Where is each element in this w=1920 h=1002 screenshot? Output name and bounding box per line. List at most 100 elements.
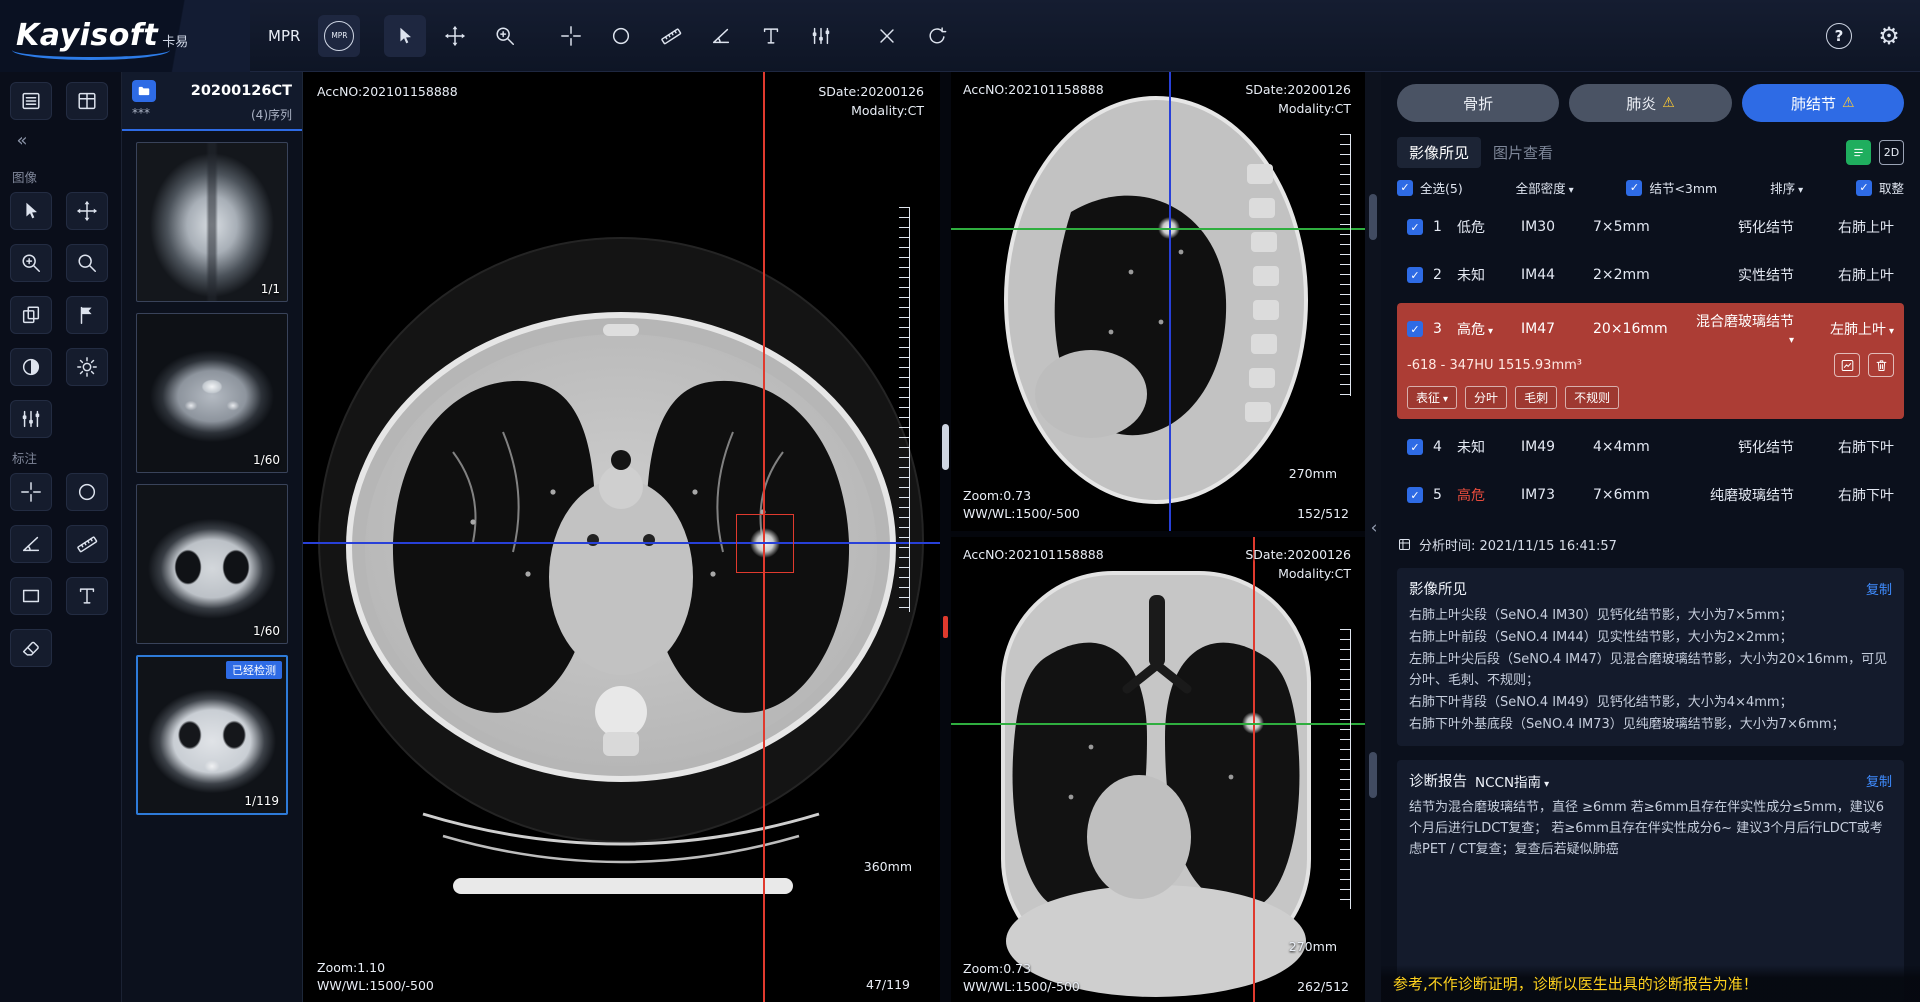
chart-icon	[1840, 358, 1855, 373]
annotate-rectangle-tool[interactable]	[10, 577, 52, 615]
nodule-checkbox[interactable]: ✓	[1407, 219, 1423, 235]
nodule-delete-button[interactable]	[1868, 353, 1894, 377]
feature-tag-spiculation[interactable]: 毛刺	[1515, 386, 1557, 409]
sidebar-flag-tool[interactable]	[66, 296, 108, 334]
panel-tabs: 影像所见 图片查看 2D	[1397, 136, 1904, 168]
series-list-button[interactable]	[10, 82, 52, 120]
report-button[interactable]	[1846, 140, 1871, 165]
nodule-row-5[interactable]: ✓ 5 高危 IM73 7×6mm 纯磨玻璃结节 右肺下叶	[1397, 471, 1904, 519]
nodule-row-2[interactable]: ✓ 2 未知 IM44 2×2mm 实性结节 右肺上叶	[1397, 251, 1904, 299]
axial-crosshair-horizontal[interactable]	[303, 542, 940, 544]
angle-tool-button[interactable]	[700, 15, 742, 57]
ruler-tool-button[interactable]	[650, 15, 692, 57]
window-level-tool-button[interactable]	[800, 15, 842, 57]
tab-findings[interactable]: 影像所见	[1397, 137, 1481, 168]
layout-grid-button[interactable]	[66, 82, 108, 120]
location-dropdown[interactable]: 左肺上叶▾	[1830, 319, 1894, 339]
viewport-coronal[interactable]: AccNO:202101158888 SDate:20200126 Modali…	[951, 537, 1365, 1002]
coronal-crosshair-horizontal[interactable]	[951, 723, 1365, 725]
disease-tab-fracture[interactable]: 骨折	[1397, 84, 1559, 122]
viewport-splitter[interactable]	[940, 72, 951, 1002]
text-tool-button[interactable]	[750, 15, 792, 57]
analysis-time-row: 分析时间: 2021/11/15 16:41:57	[1397, 535, 1904, 554]
list-icon	[20, 90, 42, 112]
help-button[interactable]: ?	[1818, 15, 1860, 57]
annotate-eraser-tool[interactable]	[10, 629, 52, 667]
axial-scale-label: 360mm	[864, 859, 912, 874]
viewport-sagittal[interactable]: AccNO:202101158888 SDate:20200126 Modali…	[951, 72, 1365, 531]
zoom-tool-button[interactable]	[484, 15, 526, 57]
sidebar-select-tool[interactable]	[10, 192, 52, 230]
settings-button[interactable]: ⚙	[1868, 15, 1910, 57]
2d-view-button[interactable]: 2D	[1879, 140, 1904, 165]
crosshair-icon	[560, 25, 582, 47]
viewport-axial[interactable]: AccNO:202101158888 SDate:20200126 Modali…	[303, 72, 940, 1002]
nodule-checkbox[interactable]: ✓	[1407, 321, 1423, 337]
thumbnail-series-4-selected[interactable]: 已经检测 1/119	[136, 655, 288, 815]
select-tool-button[interactable]	[384, 15, 426, 57]
nodule-checkbox[interactable]: ✓	[1407, 487, 1423, 503]
scrollbar-handle-top[interactable]	[1369, 194, 1377, 240]
nodule-row-3-expanded[interactable]: ✓ 3 高危▾ IM47 20×16mm 混合磨玻璃结节▾ 左肺上叶▾ -618…	[1397, 303, 1904, 419]
thumb-counter: 1/60	[253, 624, 280, 638]
lt3mm-checkbox[interactable]: ✓	[1626, 180, 1642, 196]
finding-line: 右肺上叶尖段（SeNO.4 IM30）见钙化结节影，大小为7×5mm；	[1409, 605, 1892, 626]
nodule-histogram-button[interactable]	[1834, 353, 1860, 377]
scrollbar-handle-bottom[interactable]	[1369, 752, 1377, 798]
feature-dropdown[interactable]: 表征▾	[1407, 386, 1457, 409]
move-tool-button[interactable]	[434, 15, 476, 57]
thumbnail-scout[interactable]: 1/1	[136, 142, 288, 302]
sagittal-crosshair-horizontal[interactable]	[951, 228, 1365, 230]
text-icon	[760, 25, 782, 47]
feature-tag-irregular[interactable]: 不规则	[1565, 386, 1619, 409]
sidebar-zoom-in-tool[interactable]	[10, 244, 52, 282]
ellipse-icon	[610, 25, 632, 47]
nodule-row-4[interactable]: ✓ 4 未知 IM49 4×4mm 钙化结节 右肺下叶	[1397, 423, 1904, 471]
sidebar-move-tool[interactable]	[66, 192, 108, 230]
round-checkbox[interactable]: ✓	[1856, 180, 1872, 196]
disease-tab-lung-nodule[interactable]: 肺结节 ⚠	[1742, 84, 1904, 122]
annotate-text-tool[interactable]	[66, 577, 108, 615]
crosshair-tool-button[interactable]	[550, 15, 592, 57]
disease-tab-pneumonia[interactable]: 肺炎 ⚠	[1569, 84, 1731, 122]
density-dropdown[interactable]: 全部密度▾	[1516, 178, 1574, 197]
nodule-checkbox[interactable]: ✓	[1407, 439, 1423, 455]
panel-collapse-button[interactable]: ‹	[1366, 518, 1382, 538]
splitter-handle[interactable]	[942, 424, 949, 470]
risk-dropdown[interactable]: 高危▾	[1457, 319, 1513, 339]
nodule-roi-box[interactable]	[736, 514, 794, 573]
sidebar-copy-tool[interactable]	[10, 296, 52, 334]
axial-slice-index: 47/119	[866, 977, 910, 992]
sidebar-magnify-tool[interactable]	[66, 244, 108, 282]
reset-rotate-button[interactable]	[916, 15, 958, 57]
annotate-crosshair-tool[interactable]	[10, 473, 52, 511]
nodule-checkbox[interactable]: ✓	[1407, 267, 1423, 283]
coronal-crosshair-vertical[interactable]	[1253, 537, 1255, 1002]
report-title: 诊断报告	[1409, 770, 1467, 791]
guideline-dropdown[interactable]: NCCN指南▾	[1475, 771, 1549, 791]
report-copy-button[interactable]: 复制	[1866, 771, 1892, 790]
annotate-angle-tool[interactable]	[10, 525, 52, 563]
annotate-ruler-tool[interactable]	[66, 525, 108, 563]
collapse-sidebar-button[interactable]: «	[10, 128, 34, 157]
findings-copy-button[interactable]: 复制	[1866, 579, 1892, 598]
sagittal-crosshair-vertical[interactable]	[1169, 72, 1171, 531]
warning-icon: ⚠	[1662, 95, 1675, 111]
thumbnail-series-2[interactable]: 1/60	[136, 313, 288, 473]
nodule-row-1[interactable]: ✓ 1 低危 IM30 7×5mm 钙化结节 右肺上叶	[1397, 203, 1904, 251]
select-all-checkbox[interactable]: ✓	[1397, 180, 1413, 196]
series-header[interactable]: 20200126CT *** (4)序列	[122, 72, 302, 131]
annotate-ellipse-tool[interactable]	[66, 473, 108, 511]
finding-line: 右肺下叶背段（SeNO.4 IM49）见钙化结节影，大小为4×4mm；	[1409, 692, 1892, 713]
feature-tag-lobulation[interactable]: 分叶	[1465, 386, 1507, 409]
sidebar-brightness-tool[interactable]	[66, 348, 108, 386]
sort-dropdown[interactable]: 排序▾	[1770, 178, 1803, 197]
close-tool-button[interactable]	[866, 15, 908, 57]
sidebar-invert-tool[interactable]	[10, 348, 52, 386]
ellipse-tool-button[interactable]	[600, 15, 642, 57]
type-dropdown[interactable]: 混合磨玻璃结节▾	[1689, 311, 1794, 347]
tab-image-view[interactable]: 图片查看	[1481, 137, 1565, 168]
mpr-button[interactable]: MPR	[318, 15, 360, 57]
sidebar-window-level-tool[interactable]	[10, 400, 52, 438]
thumbnail-series-3[interactable]: 1/60	[136, 484, 288, 644]
